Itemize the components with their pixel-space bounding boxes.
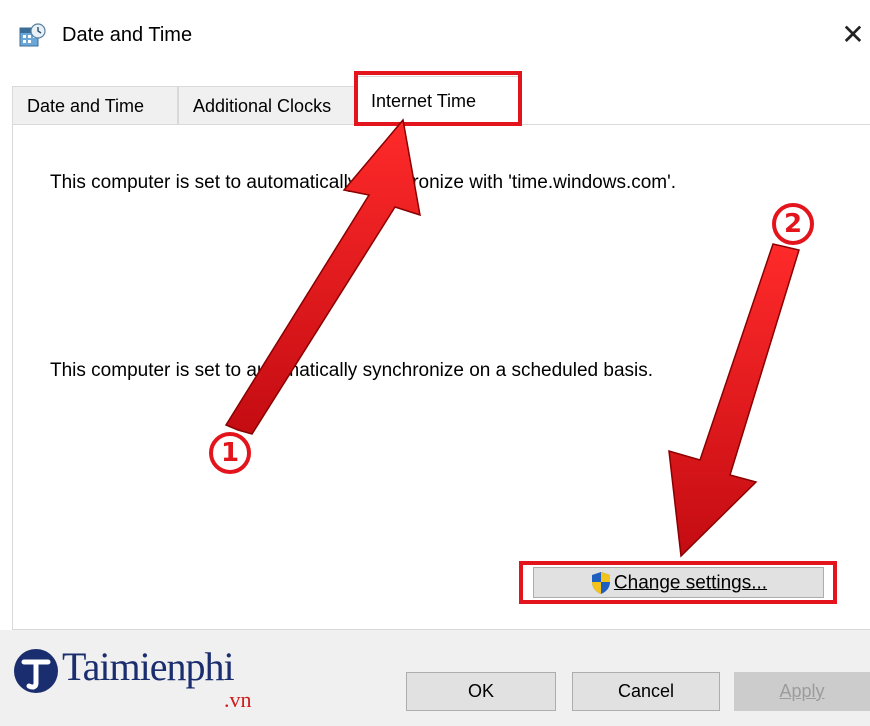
sync-server-text: This computer is set to automatically sy…: [50, 172, 677, 193]
watermark-logo: Taimienphi .vn: [12, 643, 292, 715]
highlight-box-change-settings: [519, 561, 837, 604]
highlight-box-internet-time: [354, 71, 522, 126]
schedule-text: This computer is set to automatically sy…: [50, 360, 654, 381]
step-badge-1: 1: [209, 432, 251, 474]
apply-label: Apply: [779, 681, 825, 701]
window-title: Date and Time: [62, 24, 193, 46]
cancel-button[interactable]: Cancel: [572, 672, 720, 711]
ok-button[interactable]: OK: [406, 672, 556, 711]
calendar-clock-icon: [19, 23, 46, 47]
step-badge-2: 2: [772, 203, 814, 245]
tab-additional-clocks[interactable]: Additional Clocks: [178, 86, 356, 124]
title-bar: Date and Time ✕: [0, 0, 870, 72]
apply-button[interactable]: Apply: [734, 672, 870, 711]
watermark-suffix: .vn: [224, 687, 252, 712]
watermark-brand: Taimienphi: [62, 644, 235, 689]
taimienphi-logo-icon: [14, 649, 58, 693]
tab-date-and-time[interactable]: Date and Time: [12, 86, 178, 124]
close-button[interactable]: ✕: [838, 18, 868, 52]
